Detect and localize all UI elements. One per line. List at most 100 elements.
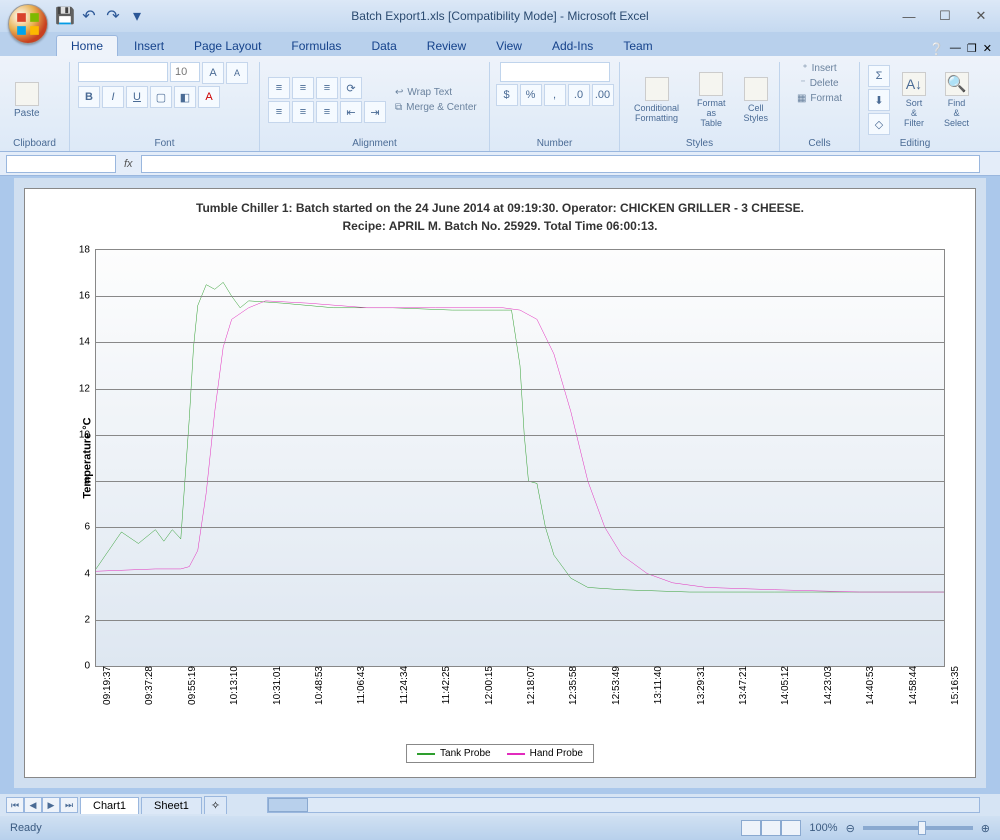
bold-button[interactable]: B [78,86,100,108]
maximize-button[interactable]: ☐ [932,6,958,26]
indent-inc-icon[interactable]: ⇥ [364,101,386,123]
ytick: 4 [84,568,96,579]
horizontal-scrollbar[interactable] [267,797,980,813]
grow-font-icon[interactable]: A [202,62,224,84]
restore-window-icon[interactable]: ❐ [967,42,977,56]
orientation-icon[interactable]: ⟳ [340,77,362,99]
sort-filter-button[interactable]: A↓Sort & Filter [896,70,932,130]
view-buttons[interactable] [741,820,801,836]
tab-page-layout[interactable]: Page Layout [180,36,275,56]
tab-data[interactable]: Data [357,36,410,56]
align-right-icon[interactable]: ≡ [316,101,338,123]
tab-team[interactable]: Team [609,36,666,56]
close-button[interactable]: ✕ [968,6,994,26]
zoom-level: 100% [809,822,837,834]
dec-decimal-icon[interactable]: .00 [592,84,614,106]
legend: Tank Probe Hand Probe [406,744,594,763]
currency-icon[interactable]: $ [496,84,518,106]
ytick: 0 [84,661,96,672]
chart-card[interactable]: Tumble Chiller 1: Batch started on the 2… [24,188,976,778]
italic-button[interactable]: I [102,86,124,108]
sheet-tab-row: ⏮ ◀ ▶ ⏭ Chart1 Sheet1 ✧ [0,794,1000,816]
sheet-tab-chart1[interactable]: Chart1 [80,797,139,814]
format-cells-button[interactable]: ▦Format [794,92,845,105]
sheet-nav-first[interactable]: ⏮ [6,797,24,813]
minimize-button[interactable]: — [896,6,922,26]
window-title: Batch Export1.xls [Compatibility Mode] -… [351,9,648,23]
formula-input[interactable] [141,155,980,173]
xtick: 13:11:40 [647,666,664,704]
workspace: Tumble Chiller 1: Batch started on the 2… [14,178,986,788]
align-top-icon[interactable]: ≡ [268,77,290,99]
border-button[interactable]: ▢ [150,86,172,108]
xtick: 12:35:58 [562,666,579,705]
delete-cells-button[interactable]: ⁻Delete [797,77,841,90]
zoom-slider[interactable] [863,826,973,830]
tab-formulas[interactable]: Formulas [277,36,355,56]
tab-home[interactable]: Home [56,35,118,56]
inc-decimal-icon[interactable]: .0 [568,84,590,106]
underline-button[interactable]: U [126,86,148,108]
clear-icon[interactable]: ◇ [868,113,890,135]
fill-icon[interactable]: ⬇ [868,89,890,111]
new-sheet-button[interactable]: ✧ [204,796,227,814]
hscroll-thumb[interactable] [268,798,308,812]
xtick: 09:37:28 [138,666,155,705]
close-workbook-icon[interactable]: ✕ [983,42,992,56]
group-font: Font [78,138,251,151]
tab-add-ins[interactable]: Add-Ins [538,36,607,56]
tab-review[interactable]: Review [413,36,480,56]
save-icon[interactable]: 💾 [56,7,74,25]
xtick: 09:55:19 [181,666,198,705]
minimize-ribbon-icon[interactable]: — [950,42,961,56]
find-select-button[interactable]: 🔍Find & Select [938,70,975,130]
undo-icon[interactable]: ↶ [80,7,98,25]
tab-view[interactable]: View [482,36,536,56]
merge-center-button[interactable]: ⧉Merge & Center [392,101,480,114]
ribbon-tabs: Home Insert Page Layout Formulas Data Re… [0,32,1000,56]
align-bottom-icon[interactable]: ≡ [316,77,338,99]
swatch-hand-icon [507,753,525,755]
comma-icon[interactable]: , [544,84,566,106]
conditional-formatting-button[interactable]: Conditional Formatting [628,75,685,125]
indent-dec-icon[interactable]: ⇤ [340,101,362,123]
align-center-icon[interactable]: ≡ [292,101,314,123]
percent-icon[interactable]: % [520,84,542,106]
name-box[interactable] [6,155,116,173]
align-left-icon[interactable]: ≡ [268,101,290,123]
font-name-select[interactable] [78,62,168,82]
align-middle-icon[interactable]: ≡ [292,77,314,99]
zoom-in-button[interactable]: ⊕ [981,822,990,835]
redo-icon[interactable]: ↷ [104,7,122,25]
wrap-text-button[interactable]: ↩Wrap Text [392,86,480,99]
font-size-select[interactable] [170,62,200,82]
zoom-thumb[interactable] [918,821,926,835]
insert-cells-button[interactable]: ⁺Insert [799,62,839,75]
cell-styles-button[interactable]: Cell Styles [738,75,775,125]
font-color-button[interactable]: A [198,86,220,108]
qat-dropdown-icon[interactable]: ▾ [128,7,146,25]
ribbon: Paste Clipboard A A B I U ▢ ◧ A Font [0,56,1000,152]
ytick: 14 [79,337,96,348]
tab-insert[interactable]: Insert [120,36,178,56]
sheet-tab-sheet1[interactable]: Sheet1 [141,797,202,814]
autosum-icon[interactable]: Σ [868,65,890,87]
fill-color-button[interactable]: ◧ [174,86,196,108]
ytick: 18 [79,245,96,256]
sort-icon: A↓ [902,72,926,96]
help-icon[interactable]: ❔ [929,42,944,56]
xtick: 12:00:15 [478,666,495,705]
xtick: 14:05:12 [774,666,791,705]
chart-lines [96,250,944,666]
shrink-font-icon[interactable]: A [226,62,248,84]
sheet-nav-next[interactable]: ▶ [42,797,60,813]
sheet-nav-prev[interactable]: ◀ [24,797,42,813]
format-as-table-button[interactable]: Format as Table [691,70,732,130]
number-format-select[interactable] [500,62,610,82]
sheet-nav-last[interactable]: ⏭ [60,797,78,813]
office-button[interactable] [8,4,48,44]
paste-button[interactable]: Paste [8,80,46,121]
xtick: 13:47:21 [732,666,749,705]
zoom-out-button[interactable]: ⊖ [846,822,855,835]
title-bar: 💾 ↶ ↷ ▾ Batch Export1.xls [Compatibility… [0,0,1000,32]
